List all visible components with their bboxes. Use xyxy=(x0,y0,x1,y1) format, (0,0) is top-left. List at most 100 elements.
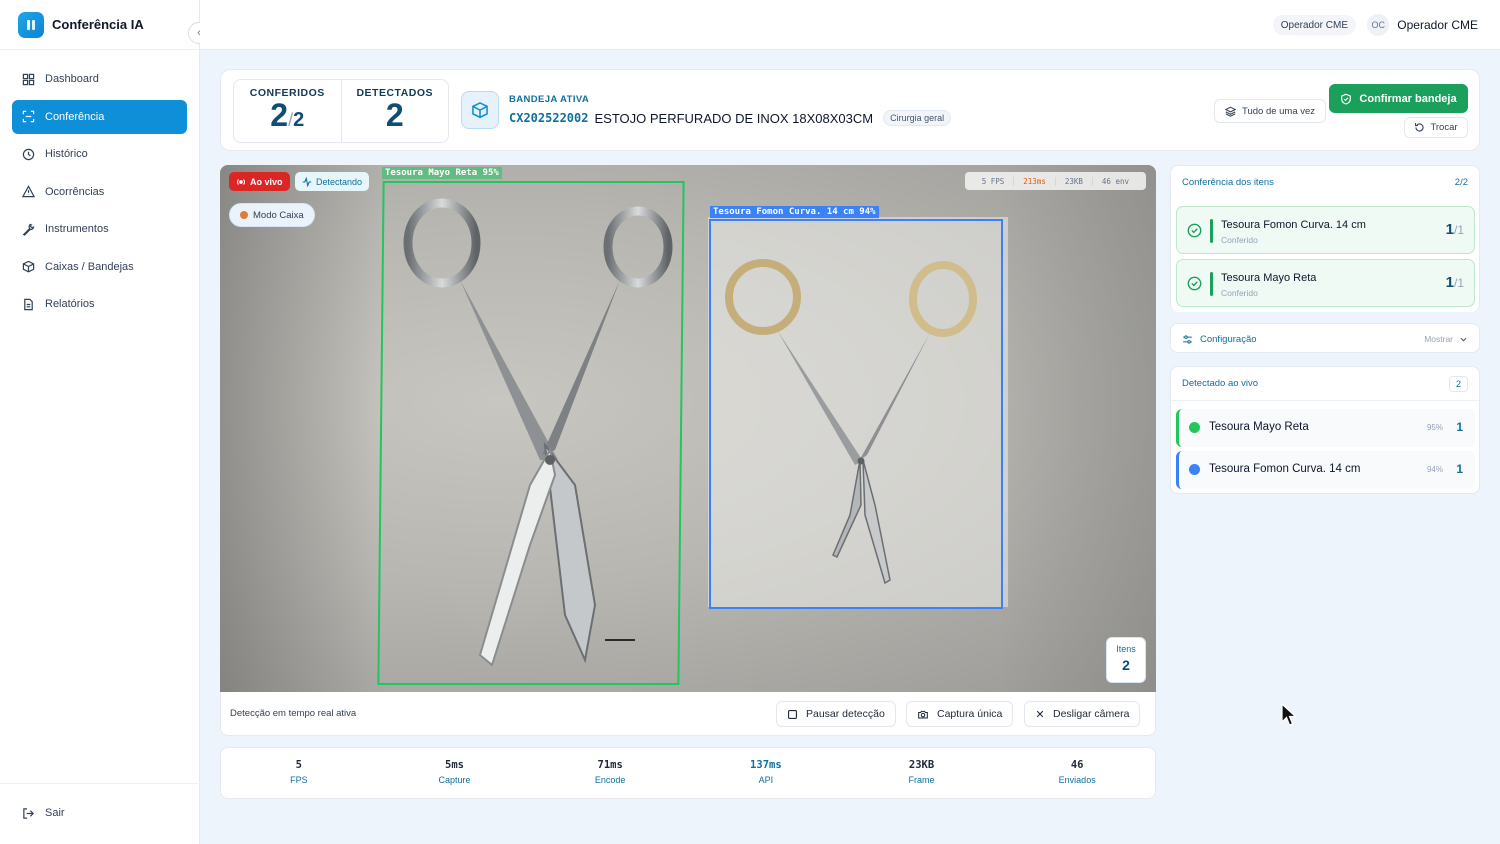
conferidos-value: 2/2 xyxy=(270,97,305,133)
checklist-item-count: 1/1 xyxy=(1445,221,1464,238)
stat-fps: 5 FPS xyxy=(981,176,1005,186)
app-title: Conferência IA xyxy=(52,17,144,32)
sidebar-item-instrumentos[interactable]: Instrumentos xyxy=(12,212,187,246)
metric-value: 137ms xyxy=(750,759,782,771)
metric-label: FPS xyxy=(290,775,308,785)
alert-triangle-icon xyxy=(22,185,35,198)
sidebar-item-label: Instrumentos xyxy=(45,223,109,235)
checklist-count: 2/2 xyxy=(1454,177,1468,188)
sidebar-item-caixas[interactable]: Caixas / Bandejas xyxy=(12,250,187,284)
user-menu[interactable]: OC Operador CME xyxy=(1367,14,1478,36)
tray-box-icon xyxy=(461,91,499,129)
live-label: Ao vivo xyxy=(250,176,283,187)
box-mode-toggle[interactable]: Modo Caixa xyxy=(229,203,315,227)
document-icon xyxy=(24,298,33,310)
sidebar-item-label: Histórico xyxy=(45,148,88,160)
checklist-title: Conferência dos itens xyxy=(1182,177,1274,188)
camera-off-label: Desligar câmera xyxy=(1053,708,1130,720)
scan-icon xyxy=(22,110,35,123)
confirm-tray-label: Confirmar bandeja xyxy=(1359,92,1457,105)
sidebar-item-label: Ocorrências xyxy=(45,185,105,198)
checklist-item-status: Conferido xyxy=(1221,235,1258,245)
metric-value: 46 xyxy=(1070,759,1084,771)
sidebar-item-label: Conferência xyxy=(45,110,105,123)
refresh-icon xyxy=(1415,123,1424,132)
swap-tray-label: Trocar xyxy=(1430,122,1458,133)
live-detected-item[interactable]: Tesoura Mayo Reta 95% 1 xyxy=(1176,409,1475,447)
items-value: 2 xyxy=(1122,657,1130,673)
logout-button[interactable]: Sair xyxy=(12,796,188,830)
config-header: Configuração Mostrar xyxy=(1171,324,1479,354)
sidebar-item-label: Dashboard xyxy=(45,73,99,85)
activity-icon xyxy=(302,176,312,187)
detection-label-fomon: Tesoura Fomon Curva. 14 cm 94% xyxy=(710,206,879,218)
config-toggle[interactable]: Mostrar xyxy=(1424,334,1468,344)
sidebar-item-historico[interactable]: Histórico xyxy=(12,137,187,171)
detection-box-fomon xyxy=(709,219,1003,609)
logout-label: Sair xyxy=(45,807,65,819)
items-count-badge: Itens 2 xyxy=(1106,637,1146,683)
camera-feed[interactable]: Tesoura Mayo Reta 95% Tesoura Fomon Curv… xyxy=(220,165,1156,692)
conferidos-number: 2 xyxy=(270,97,289,133)
sidebar-item-label: Caixas / Bandejas xyxy=(45,260,134,273)
checklist-item[interactable]: Tesoura Mayo Reta Conferido 1/1 xyxy=(1176,259,1475,307)
status-dot-icon xyxy=(1189,464,1200,475)
stat-latency: 213ms xyxy=(1013,176,1055,186)
sidebar-item-relatorios[interactable]: Relatórios xyxy=(12,287,187,321)
close-icon xyxy=(1036,710,1044,718)
confirm-tray-button[interactable]: Confirmar bandeja xyxy=(1329,84,1468,113)
single-capture-button[interactable]: Captura única xyxy=(906,701,1014,727)
checklist-item-name: Tesoura Mayo Reta xyxy=(1221,272,1317,284)
metric-sent: 46 Enviados xyxy=(999,748,1155,798)
box-icon xyxy=(22,260,35,273)
layers-icon xyxy=(1225,106,1236,117)
live-item-confidence: 94% xyxy=(1426,465,1443,474)
metric-api: 137ms API xyxy=(688,748,844,798)
camera-shadow xyxy=(220,165,380,692)
tray-label: BANDEJA ATIVA xyxy=(509,94,590,105)
wrench-icon xyxy=(22,223,35,236)
swap-tray-button[interactable]: Trocar xyxy=(1404,117,1468,138)
checklist-item-count: 1/1 xyxy=(1445,274,1464,291)
tray-header: CONFERIDOS 2/2 DETECTADOS 2 BANDEJA ATIV… xyxy=(220,69,1480,151)
sidebar-item-ocorrencias[interactable]: Ocorrências xyxy=(12,175,187,209)
sidebar-item-label: Relatórios xyxy=(45,298,95,310)
single-capture-label: Captura única xyxy=(937,708,1003,720)
pause-detection-button[interactable]: Pausar detecção xyxy=(776,701,896,727)
checklist-panel: Conferência dos itens 2/2 Tesoura Fomon … xyxy=(1170,165,1480,312)
live-item-name: Tesoura Mayo Reta xyxy=(1209,421,1309,433)
camera-controls: Detecção em tempo real ativa Pausar dete… xyxy=(220,692,1156,736)
camera-off-button[interactable]: Desligar câmera xyxy=(1024,701,1141,727)
config-panel[interactable]: Configuração Mostrar xyxy=(1170,323,1480,353)
metric-capture: 5ms Capture xyxy=(377,748,533,798)
camera-shadow xyxy=(996,165,1156,692)
tray-tag: Cirurgia geral xyxy=(883,110,952,126)
all-at-once-button[interactable]: Tudo de uma vez xyxy=(1214,99,1327,123)
live-detected-header: Detectado ao vivo 2 xyxy=(1171,367,1479,401)
sidebar-item-conferencia[interactable]: Conferência xyxy=(12,99,187,134)
sidebar-item-dashboard[interactable]: Dashboard xyxy=(12,62,187,96)
metric-value: 5ms xyxy=(445,759,464,771)
metric-value: 71ms xyxy=(597,759,623,771)
square-icon xyxy=(788,709,797,719)
pause-detection-label: Pausar detecção xyxy=(806,708,885,720)
metric-encode: 71ms Encode xyxy=(532,748,688,798)
detection-status: Detecção em tempo real ativa xyxy=(230,708,357,719)
live-detected-count: 2 xyxy=(1448,375,1468,392)
divider xyxy=(0,783,200,784)
logout-icon xyxy=(23,807,34,819)
tray-name: ESTOJO PERFURADO DE INOX 18X08X03CM xyxy=(594,110,874,126)
sliders-icon xyxy=(1183,334,1192,344)
live-detected-panel: Detectado ao vivo 2 Tesoura Mayo Reta 95… xyxy=(1170,366,1480,494)
checklist-item[interactable]: Tesoura Fomon Curva. 14 cm Conferido 1/1 xyxy=(1176,206,1475,254)
metric-value: 23KB xyxy=(908,759,935,771)
live-badge: Ao vivo xyxy=(229,172,290,191)
items-label: Itens xyxy=(1116,644,1136,654)
checklist-item-total: 1 xyxy=(1457,223,1464,237)
metric-label: Capture xyxy=(438,775,471,785)
checklist-item-name: Tesoura Fomon Curva. 14 cm xyxy=(1221,219,1366,231)
chevron-down-icon xyxy=(1460,337,1467,342)
sidebar: Conferência IA Dashboard Conferência His… xyxy=(0,0,200,844)
detection-box-mayo xyxy=(377,181,685,685)
live-detected-item[interactable]: Tesoura Fomon Curva. 14 cm 94% 1 xyxy=(1176,451,1475,489)
